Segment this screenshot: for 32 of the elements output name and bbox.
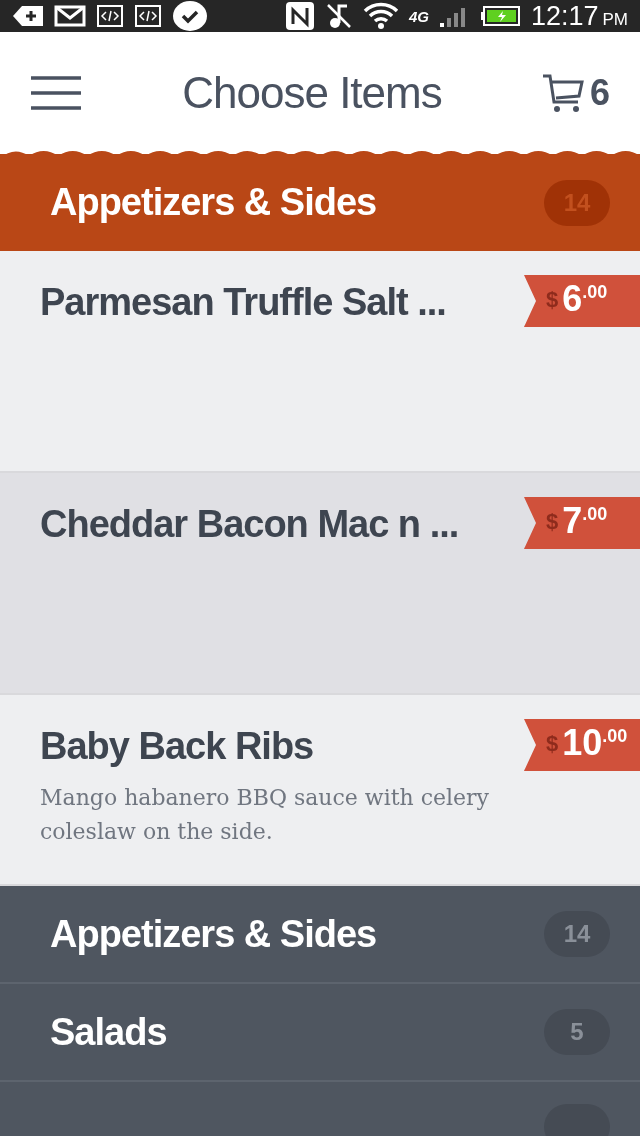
price-cents: .00 <box>602 727 628 745</box>
network-label: 4G <box>408 8 429 24</box>
price-cents: .00 <box>582 505 608 523</box>
currency-symbol: $ <box>546 511 559 533</box>
cart-count: 6 <box>589 75 610 111</box>
count-badge: 14 <box>544 911 610 957</box>
currency-symbol: $ <box>546 289 559 311</box>
price-whole: 7 <box>562 503 583 539</box>
tag-plus-icon <box>12 5 44 27</box>
item-name: Parmesan Truffle Salt ... <box>40 280 447 325</box>
item-name: Cheddar Bacon Mac n ... <box>40 502 460 547</box>
price-whole: 10 <box>562 725 603 761</box>
item-description: Mango habanero BBQ sauce with celery coleslaw on the side. <box>40 783 491 846</box>
code-icon <box>96 4 124 28</box>
wifi-icon <box>362 2 399 30</box>
price-cents: .00 <box>582 283 608 301</box>
category-name: Salads <box>50 1009 168 1055</box>
clock-time: 12:17 <box>530 2 599 30</box>
muted-music-icon <box>324 2 353 30</box>
code-icon <box>134 4 162 28</box>
category-title: Appetizers & Sides <box>50 180 378 225</box>
item-name: Baby Back Ribs <box>40 724 315 769</box>
count-badge: 5 <box>544 1009 610 1055</box>
category-name: Appetizers & Sides <box>50 911 378 957</box>
clock-ampm: PM <box>602 10 628 28</box>
battery-icon <box>480 5 521 27</box>
mail-icon <box>54 5 86 27</box>
cart-icon[interactable] <box>541 72 584 114</box>
screen-title: Choose Items <box>182 67 442 119</box>
menu-icon[interactable] <box>30 75 82 111</box>
currency-symbol: $ <box>546 733 559 755</box>
price-whole: 6 <box>562 281 583 317</box>
